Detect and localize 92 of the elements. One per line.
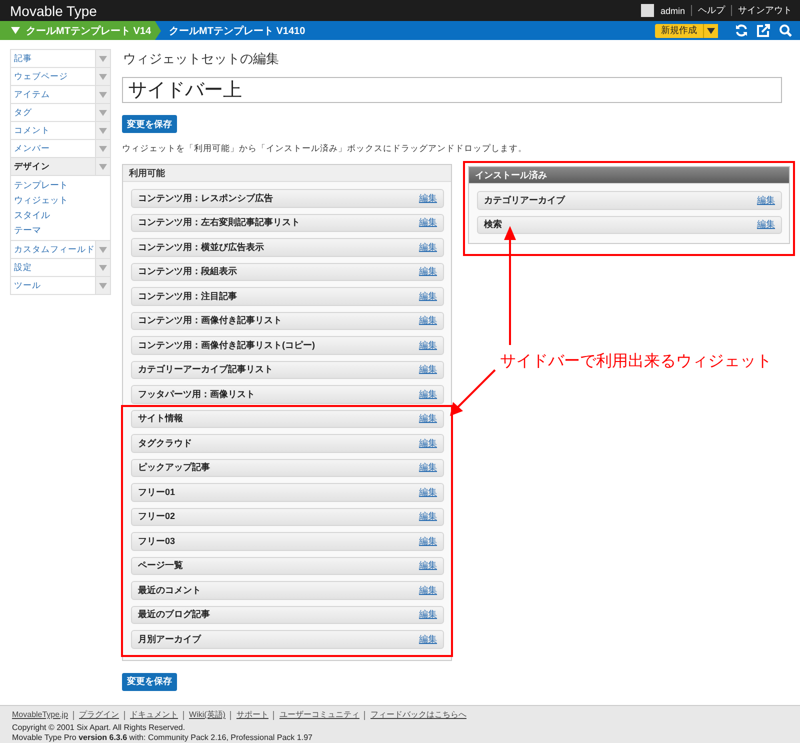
copyright-text: Copyright © 2001 Six Apart. All Rights Reserved. <box>12 723 186 733</box>
widget-row[interactable]: コンテンツ用：画像付き記事リスト(コピー) 編集 <box>131 336 444 354</box>
edit-link[interactable]: 編集 <box>419 412 437 426</box>
widget-row[interactable]: タグクラウド 編集 <box>131 434 444 452</box>
widget-row[interactable]: コンテンツ用：レスポンシブ広告 編集 <box>131 189 444 208</box>
footer-link[interactable]: サポート <box>236 710 268 720</box>
header-link[interactable]: サインアウト <box>738 4 792 17</box>
site-switcher[interactable]: クールMTテンプレート V14 <box>0 21 156 40</box>
widget-row[interactable]: 月別アーカイブ 編集 <box>131 630 444 648</box>
edit-link[interactable]: 編集 <box>419 192 437 205</box>
widget-row[interactable]: カテゴリーアーカイブ記事リスト 編集 <box>131 360 444 379</box>
widget-name: ページ一覧 <box>138 559 183 572</box>
widget-row[interactable]: コンテンツ用：横並び広告表示 編集 <box>131 238 444 256</box>
widget-name: カテゴリーアーカイブ記事リスト <box>138 363 273 376</box>
widget-name: 月別アーカイブ <box>138 632 201 646</box>
widget-name: コンテンツ用：横並び広告表示 <box>138 240 264 254</box>
widget-name: カテゴリアーカイブ <box>484 194 565 207</box>
sidebar-subitem[interactable]: テンプレート <box>14 178 110 193</box>
panel-header: インストール済み <box>469 167 789 184</box>
edit-link[interactable]: 編集 <box>419 510 437 524</box>
edit-link[interactable]: 編集 <box>757 218 775 232</box>
panel-header: 利用可能 <box>123 165 451 182</box>
widget-name: 検索 <box>484 218 502 232</box>
edit-link[interactable]: 編集 <box>419 534 437 548</box>
edit-link[interactable]: 編集 <box>757 194 775 207</box>
widget-name: 最近のブログ記事 <box>138 608 210 622</box>
edit-link[interactable]: 編集 <box>419 338 437 352</box>
edit-link[interactable]: 編集 <box>419 240 437 254</box>
new-button[interactable]: 新規作成 <box>655 24 703 38</box>
widget-name: コンテンツ用：画像付き記事リスト <box>138 314 282 328</box>
edit-link[interactable]: 編集 <box>419 216 437 230</box>
edit-link[interactable]: 編集 <box>419 559 437 572</box>
widget-row[interactable]: 最近のコメント 編集 <box>131 581 444 600</box>
widget-row[interactable]: 検索 編集 <box>477 216 782 234</box>
footer-link[interactable]: ドキュメント <box>130 710 178 720</box>
widget-row[interactable]: コンテンツ用：注目記事 編集 <box>131 287 444 306</box>
edit-link[interactable]: 編集 <box>419 290 437 303</box>
edit-link[interactable]: 編集 <box>419 584 437 597</box>
widget-name: コンテンツ用：段組表示 <box>138 265 237 278</box>
widget-row[interactable]: 最近のブログ記事 編集 <box>131 606 444 624</box>
widget-name: コンテンツ用：画像付き記事リスト(コピー) <box>138 338 315 352</box>
widget-name: コンテンツ用：左右変則記事記事リスト <box>138 216 300 230</box>
widget-row[interactable]: フリー03 編集 <box>131 532 444 550</box>
sidebar-subitem[interactable]: テーマ <box>14 223 110 238</box>
save-button[interactable]: 変更を保存 <box>122 115 177 133</box>
edit-link[interactable]: 編集 <box>419 363 437 376</box>
edit-link[interactable]: 編集 <box>419 314 437 328</box>
widget-row[interactable]: ピックアップ記事 編集 <box>131 458 444 477</box>
widget-name: フリー03 <box>138 534 176 548</box>
sidebar-subitem[interactable]: スタイル <box>14 208 110 223</box>
widget-name: 最近のコメント <box>138 584 201 597</box>
edit-link[interactable]: 編集 <box>419 436 437 450</box>
widget-name: ピックアップ記事 <box>138 461 210 474</box>
footer-link[interactable]: MovableType.jp <box>12 710 68 720</box>
version-text: Movable Type Pro version 6.3.6 with: Community Pack 2.16, Professional Pack 1.97 <box>12 733 314 743</box>
widget-row[interactable]: ページ一覧 編集 <box>131 556 444 575</box>
edit-link[interactable]: 編集 <box>419 265 437 278</box>
widget-row[interactable]: コンテンツ用：画像付き記事リスト 編集 <box>131 312 444 330</box>
widget-name: フリー02 <box>138 510 176 524</box>
footer-link[interactable]: ユーザーコミュニティ <box>279 710 360 720</box>
user-link[interactable]: admin <box>660 6 685 16</box>
footer-link[interactable]: プラグイン <box>79 710 120 720</box>
sidebar-item[interactable]: デザイン <box>11 158 95 175</box>
instructions-text: ウィジェットを「利用可能」から「インストール済み」ボックスにドラッグアンドドロップします。 <box>122 143 527 155</box>
widget-name: コンテンツ用：注目記事 <box>138 290 237 303</box>
edit-link[interactable]: 編集 <box>419 461 437 474</box>
name-field[interactable]: サイドバー上 <box>122 77 782 103</box>
widget-row[interactable]: コンテンツ用：左右変則記事記事リスト 編集 <box>131 214 444 232</box>
widget-row[interactable]: サイト情報 編集 <box>131 410 444 428</box>
widget-row[interactable]: フリー01 編集 <box>131 483 444 502</box>
header-link[interactable]: ヘルプ <box>698 4 725 17</box>
widget-name: フリー01 <box>138 486 176 499</box>
widget-row[interactable]: コンテンツ用：段組表示 編集 <box>131 262 444 281</box>
footer-link[interactable]: Wiki(英語) <box>189 710 226 720</box>
annotation-text: サイドバーで利用出来るウィジェット <box>500 351 772 372</box>
widget-row[interactable]: フリー02 編集 <box>131 508 444 526</box>
save-button[interactable]: 変更を保存 <box>122 672 177 690</box>
blog-name[interactable]: クールMTテンプレート V1410 <box>169 24 306 38</box>
widget-row[interactable]: フッタパーツ用：画像リスト 編集 <box>131 385 444 404</box>
widget-name: コンテンツ用：レスポンシブ広告 <box>138 192 273 205</box>
widget-name: タグクラウド <box>138 436 192 450</box>
edit-link[interactable]: 編集 <box>419 632 437 646</box>
brand-logo[interactable]: Movable Type <box>10 2 97 18</box>
widget-name: フッタパーツ用：画像リスト <box>138 388 255 401</box>
widget-row[interactable]: カテゴリアーカイブ 編集 <box>477 191 782 210</box>
page-title: ウィジェットセットの編集 <box>123 50 279 68</box>
footer-link[interactable]: フィードバックはこちらへ <box>370 710 466 720</box>
sidebar-subitem[interactable]: ウィジェット <box>14 193 110 208</box>
edit-link[interactable]: 編集 <box>419 486 437 499</box>
widget-name: サイト情報 <box>138 412 183 426</box>
edit-link[interactable]: 編集 <box>419 388 437 401</box>
edit-link[interactable]: 編集 <box>419 608 437 622</box>
